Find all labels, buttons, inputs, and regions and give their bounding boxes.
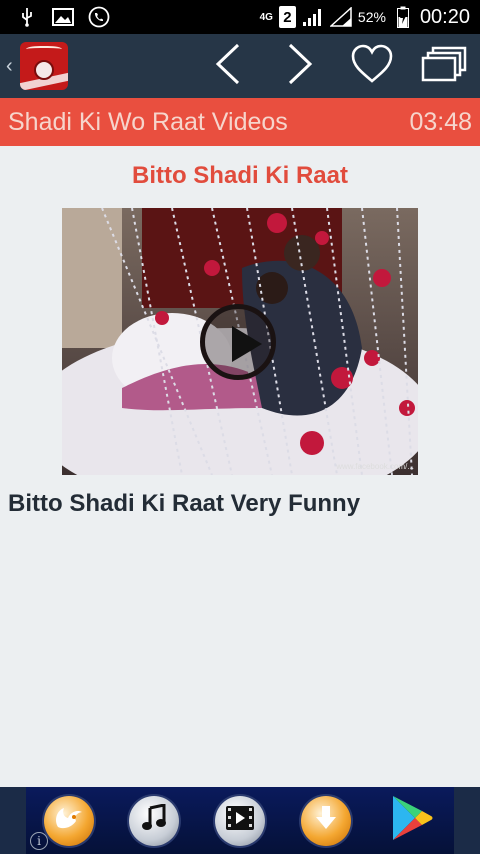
status-left-icons xyxy=(0,6,110,28)
ad-banner-content[interactable] xyxy=(26,787,454,854)
battery-percent: 52% xyxy=(357,9,386,25)
ad-button-music[interactable] xyxy=(129,795,180,846)
back-chevron-icon[interactable]: ‹ xyxy=(0,55,18,78)
page-title: Shadi Ki Wo Raat Videos xyxy=(8,107,288,136)
ad-button-download[interactable] xyxy=(300,795,351,846)
clock: 00:20 xyxy=(419,5,470,28)
sim-slot-badge: 2 xyxy=(278,6,296,28)
favorite-button[interactable] xyxy=(336,34,408,98)
status-right-icons: 4G 2 52% 00:20 xyxy=(260,6,480,29)
next-button[interactable] xyxy=(264,34,336,98)
logo-script xyxy=(26,46,62,54)
signal-icon xyxy=(302,6,324,28)
network-type: 4G xyxy=(259,11,273,23)
info-icon[interactable]: i xyxy=(30,832,48,850)
play-button-overlay[interactable] xyxy=(200,304,276,380)
download-icon xyxy=(313,804,339,837)
video-duration: 03:48 xyxy=(409,107,472,136)
uc-browser-icon xyxy=(52,803,86,838)
action-bar: ‹ xyxy=(0,34,480,98)
ad-banner[interactable]: i xyxy=(0,787,480,854)
previous-button[interactable] xyxy=(192,34,264,98)
action-bar-actions xyxy=(192,34,480,98)
play-store-icon xyxy=(389,794,433,847)
video-description: Bitto Shadi Ki Raat Very Funny xyxy=(8,490,361,517)
phone-icon xyxy=(88,6,110,28)
logo-play-circle xyxy=(34,60,54,80)
windows-button[interactable] xyxy=(408,34,480,98)
image-icon xyxy=(52,6,74,28)
video-thumbnail[interactable]: www.facebook.com/... xyxy=(62,208,418,475)
video-title: Bitto Shadi Ki Raat xyxy=(131,162,348,189)
music-icon xyxy=(141,803,167,837)
ad-button-video[interactable] xyxy=(214,795,265,846)
chevron-left-icon xyxy=(215,43,241,90)
thumbnail-watermark: www.facebook.com/... xyxy=(336,462,414,471)
battery-icon xyxy=(392,6,414,28)
usb-icon xyxy=(16,6,38,28)
title-bar: Shadi Ki Wo Raat Videos 03:48 xyxy=(0,98,480,146)
ad-button-uc-browser[interactable] xyxy=(43,795,94,846)
video-icon xyxy=(225,805,255,836)
status-bar: 4G 2 52% 00:20 xyxy=(0,0,480,34)
windows-icon xyxy=(421,46,467,87)
ad-button-play-store[interactable] xyxy=(386,796,436,846)
app-logo[interactable] xyxy=(20,42,68,90)
signal-icon-secondary xyxy=(329,6,352,28)
heart-icon xyxy=(350,44,394,89)
chevron-right-icon xyxy=(287,43,313,90)
